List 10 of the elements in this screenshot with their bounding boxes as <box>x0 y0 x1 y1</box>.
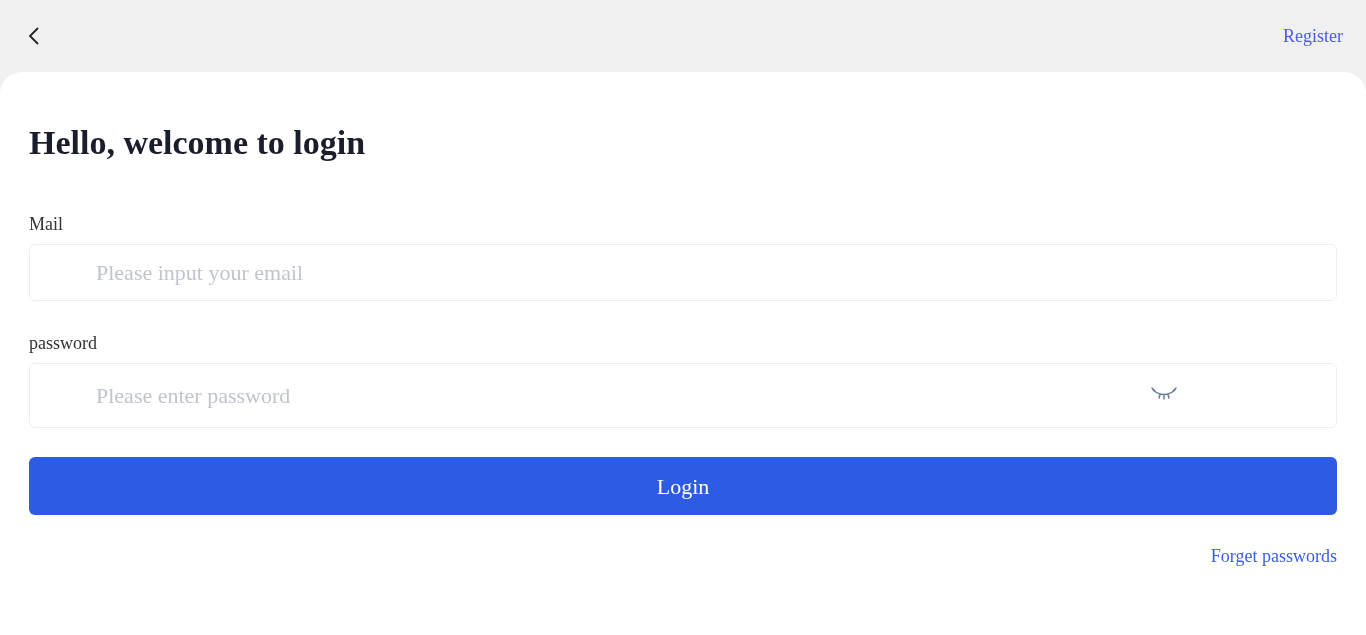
forgot-password-link[interactable]: Forget passwords <box>1210 544 1337 568</box>
field-label: password <box>29 332 97 355</box>
login-button[interactable]: Login <box>29 457 1337 515</box>
password-field[interactable]: Please enter password <box>29 363 1337 428</box>
field-label: Mail <box>29 213 63 236</box>
page-title: Hello, welcome to login <box>29 123 367 163</box>
closed-eye-icon[interactable] <box>1151 387 1177 401</box>
back-icon[interactable] <box>26 26 42 46</box>
email-field[interactable]: Please input your email <box>29 244 1337 301</box>
register-link[interactable]: Register <box>1283 22 1343 50</box>
